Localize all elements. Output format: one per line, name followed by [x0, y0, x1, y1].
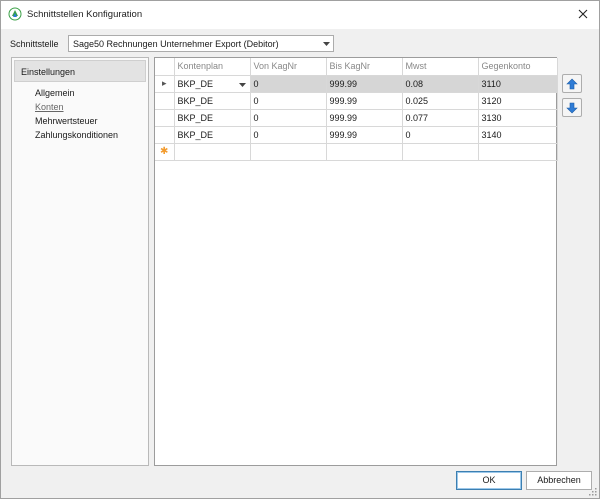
- column-header-bis-kagnr[interactable]: Bis KagNr: [326, 58, 403, 76]
- current-row-indicator: ▸: [155, 75, 175, 93]
- kontenplan-cell-editor[interactable]: BKP_DE: [174, 75, 251, 93]
- von-kagnr-cell[interactable]: 0: [250, 92, 327, 110]
- von-kagnr-cell[interactable]: 0: [250, 109, 327, 127]
- window-title: Schnittstellen Konfiguration: [27, 9, 143, 20]
- new-row[interactable]: ✱: [155, 143, 558, 161]
- kontenplan-cell[interactable]: BKP_DE: [174, 92, 251, 110]
- arrow-up-icon: [566, 78, 578, 89]
- row-indicator: [155, 92, 175, 110]
- new-mwst-cell[interactable]: [402, 143, 479, 161]
- mwst-cell[interactable]: 0.08: [402, 75, 479, 93]
- bis-kagnr-cell[interactable]: 999.99: [326, 75, 403, 93]
- dialog-window: Schnittstellen Konfiguration Schnittstel…: [0, 0, 600, 499]
- close-icon: [578, 9, 588, 19]
- kontenplan-cell[interactable]: BKP_DE: [174, 126, 251, 144]
- schnittstelle-select-value: Sage50 Rechnungen Unternehmer Export (De…: [73, 39, 279, 49]
- mwst-cell[interactable]: 0.077: [402, 109, 479, 127]
- table-header-row: Kontenplan Von KagNr Bis KagNr Mwst Gege…: [155, 58, 558, 76]
- navigation-list: Allgemein Konten Mehrwertsteuer Zahlungs…: [35, 86, 118, 142]
- schnittstelle-label: Schnittstelle: [10, 39, 59, 49]
- arrow-down-icon: [566, 102, 578, 113]
- table-row[interactable]: BKP_DE 0 999.99 0.077 3130: [155, 109, 558, 127]
- resize-grip-icon[interactable]: [587, 486, 597, 496]
- gegenkonto-cell[interactable]: 3120: [478, 92, 558, 110]
- gegenkonto-cell[interactable]: 3130: [478, 109, 558, 127]
- column-header-von-kagnr[interactable]: Von KagNr: [250, 58, 327, 76]
- navigation-header-label: Einstellungen: [21, 67, 76, 77]
- gegenkonto-cell[interactable]: 3140: [478, 126, 558, 144]
- new-kontenplan-cell[interactable]: [174, 143, 251, 161]
- chevron-down-icon: [323, 42, 330, 46]
- mwst-cell[interactable]: 0: [402, 126, 479, 144]
- new-bis-kagnr-cell[interactable]: [326, 143, 403, 161]
- title-bar: Schnittstellen Konfiguration: [1, 1, 599, 29]
- row-indicator: [155, 126, 175, 144]
- column-header-kontenplan[interactable]: Kontenplan: [174, 58, 251, 76]
- settings-navigation-panel: Einstellungen Allgemein Konten Mehrwerts…: [11, 57, 149, 466]
- new-row-indicator: ✱: [155, 143, 175, 161]
- row-indicator-header: [155, 58, 175, 76]
- close-button[interactable]: [573, 5, 593, 23]
- move-up-button[interactable]: [562, 74, 582, 93]
- new-von-kagnr-cell[interactable]: [250, 143, 327, 161]
- cancel-button[interactable]: Abbrechen: [526, 471, 592, 490]
- schnittstelle-select[interactable]: Sage50 Rechnungen Unternehmer Export (De…: [68, 35, 334, 52]
- nav-item-allgemein[interactable]: Allgemein: [35, 86, 118, 100]
- nav-item-konten[interactable]: Konten: [35, 100, 118, 114]
- column-header-mwst[interactable]: Mwst: [402, 58, 479, 76]
- new-gegenkonto-cell[interactable]: [478, 143, 558, 161]
- table-row[interactable]: BKP_DE 0 999.99 0.025 3120: [155, 92, 558, 110]
- konten-grid: Kontenplan Von KagNr Bis KagNr Mwst Gege…: [154, 57, 558, 466]
- navigation-header[interactable]: Einstellungen: [14, 60, 146, 82]
- bis-kagnr-cell[interactable]: 999.99: [326, 109, 403, 127]
- row-indicator: [155, 109, 175, 127]
- von-kagnr-cell[interactable]: 0: [250, 75, 327, 93]
- ok-button[interactable]: OK: [456, 471, 522, 490]
- von-kagnr-cell[interactable]: 0: [250, 126, 327, 144]
- new-row-icon: ✱: [160, 146, 169, 157]
- mwst-cell[interactable]: 0.025: [402, 92, 479, 110]
- nav-item-zahlungskonditionen[interactable]: Zahlungskonditionen: [35, 128, 118, 142]
- table-row[interactable]: BKP_DE 0 999.99 0 3140: [155, 126, 558, 144]
- bis-kagnr-cell[interactable]: 999.99: [326, 92, 403, 110]
- column-header-gegenkonto[interactable]: Gegenkonto: [478, 58, 558, 76]
- table-row[interactable]: ▸ BKP_DE 0 999.99 0.08 3110: [155, 75, 558, 93]
- kontenplan-value: BKP_DE: [177, 78, 214, 89]
- nav-item-mehrwertsteuer[interactable]: Mehrwertsteuer: [35, 114, 118, 128]
- gegenkonto-cell[interactable]: 3110: [478, 75, 558, 93]
- schnittstelle-row: Schnittstelle Sage50 Rechnungen Unterneh…: [10, 35, 340, 53]
- app-logo-icon: [8, 7, 22, 21]
- kontenplan-cell[interactable]: BKP_DE: [174, 109, 251, 127]
- chevron-down-icon[interactable]: [238, 82, 246, 87]
- konten-table: Kontenplan Von KagNr Bis KagNr Mwst Gege…: [155, 58, 558, 161]
- bis-kagnr-cell[interactable]: 999.99: [326, 126, 403, 144]
- move-down-button[interactable]: [562, 98, 582, 117]
